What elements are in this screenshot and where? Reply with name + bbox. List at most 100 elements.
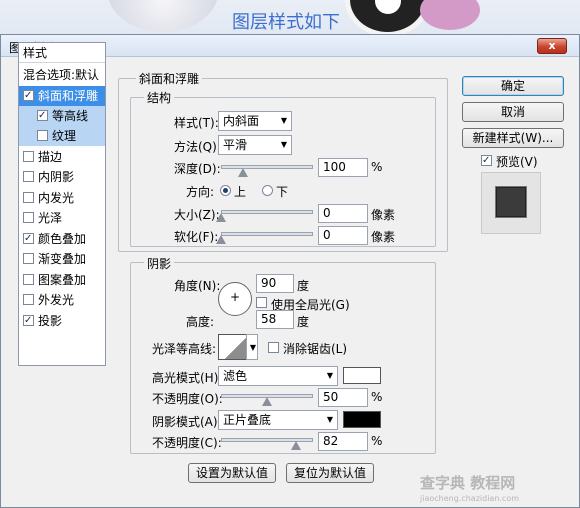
style-item-label: 外发光 [38, 293, 75, 307]
checkbox-checked[interactable] [37, 110, 48, 121]
style-item-drop-shadow[interactable]: 投影 [19, 311, 105, 331]
blend-options-item[interactable]: 混合选项:默认 [19, 65, 105, 85]
altitude-input[interactable]: 58 [256, 310, 294, 329]
highlight-opacity-slider-thumb[interactable] [262, 397, 272, 406]
antialias-checkbox[interactable] [268, 342, 279, 353]
direction-label: 方向: [186, 185, 215, 199]
shadow-mode-value: 正片叠底 [223, 413, 272, 427]
size-unit: 像素 [371, 208, 396, 222]
ok-button[interactable]: 确定 [462, 76, 564, 96]
style-item-color-overlay[interactable]: 颜色叠加 [19, 229, 105, 249]
style-item-label: 图案叠加 [38, 273, 87, 287]
checkbox[interactable] [23, 274, 34, 285]
soften-unit: 像素 [371, 230, 396, 244]
checkbox[interactable] [23, 294, 34, 305]
close-icon: x [548, 39, 556, 52]
style-item-label: 光泽 [38, 211, 63, 225]
chevron-down-icon: ▼ [326, 371, 333, 380]
angle-dial[interactable] [218, 282, 252, 316]
direction-up-label: 上 [234, 185, 247, 199]
new-style-button[interactable]: 新建样式(W)... [462, 128, 564, 148]
chevron-down-icon: ▼ [280, 116, 287, 125]
checkbox-checked[interactable] [23, 315, 34, 326]
shadow-opacity-label: 不透明度(C): [152, 436, 222, 450]
style-item-label: 内阴影 [38, 170, 75, 184]
highlight-mode-select[interactable]: 滤色 ▼ [218, 366, 338, 386]
size-slider-track[interactable] [221, 210, 313, 214]
depth-label: 深度(D): [174, 162, 221, 176]
soften-input[interactable]: 0 [318, 226, 368, 245]
style-item-contour[interactable]: 等高线 [19, 106, 105, 126]
technique-label: 方法(Q): [174, 140, 221, 154]
checkbox[interactable] [23, 151, 34, 162]
preview-checkbox[interactable] [481, 155, 492, 166]
highlight-opacity-unit: % [371, 390, 383, 404]
size-input[interactable]: 0 [318, 204, 368, 223]
bevel-style-select[interactable]: 内斜面 ▼ [218, 111, 292, 131]
style-item-gradient-overlay[interactable]: 渐变叠加 [19, 249, 105, 269]
shadow-mode-select[interactable]: 正片叠底 ▼ [218, 410, 338, 430]
style-item-inner-shadow[interactable]: 内阴影 [19, 167, 105, 187]
chevron-down-icon: ▼ [280, 140, 287, 149]
shadow-mode-label: 阴影模式(A): [152, 415, 222, 429]
checkbox-checked[interactable] [23, 90, 34, 101]
reset-default-button[interactable]: 复位为默认值 [286, 463, 374, 483]
depth-unit: % [371, 160, 383, 174]
shadow-opacity-input[interactable]: 82 [318, 432, 368, 451]
cancel-button[interactable]: 取消 [462, 102, 564, 122]
highlight-opacity-label: 不透明度(O): [152, 392, 223, 406]
style-item-pattern-overlay[interactable]: 图案叠加 [19, 270, 105, 290]
style-list-header[interactable]: 样式 [19, 43, 105, 63]
soften-slider-track[interactable] [221, 232, 313, 236]
shadow-opacity-slider-thumb[interactable] [291, 441, 302, 450]
checkbox[interactable] [37, 130, 48, 141]
gloss-contour-dropdown[interactable]: ▼ [246, 334, 258, 360]
style-item-outer-glow[interactable]: 外发光 [19, 290, 105, 310]
style-item-label: 纹理 [52, 129, 77, 143]
structure-group-label: 结构 [144, 89, 175, 106]
technique-select[interactable]: 平滑 ▼ [218, 135, 292, 155]
gloss-contour-label: 光泽等高线: [152, 342, 217, 356]
soften-slider-thumb[interactable] [216, 235, 226, 244]
style-item-label: 描边 [38, 150, 63, 164]
direction-down-radio[interactable] [262, 185, 273, 196]
checkbox[interactable] [23, 171, 34, 182]
shadow-color-swatch[interactable] [343, 411, 381, 428]
style-item-inner-glow[interactable]: 内发光 [19, 188, 105, 208]
highlight-mode-label: 高光模式(H): [152, 371, 223, 385]
cartoon-eye-left [108, 0, 218, 32]
checkbox[interactable] [23, 192, 34, 203]
watermark-url: jiaocheng.chazidian.com [420, 494, 520, 503]
style-item-label: 斜面和浮雕 [38, 89, 99, 103]
chevron-down-icon: ▼ [249, 343, 256, 352]
highlight-opacity-input[interactable]: 50 [318, 388, 368, 407]
antialias-label: 消除锯齿(L) [283, 342, 348, 356]
direction-down-label: 下 [276, 185, 289, 199]
checkbox[interactable] [23, 253, 34, 264]
depth-input[interactable]: 100 [318, 158, 368, 177]
global-light-checkbox[interactable] [256, 297, 267, 308]
depth-slider-track[interactable] [221, 165, 313, 169]
highlight-color-swatch[interactable] [343, 367, 381, 384]
style-list: 样式 混合选项:默认 斜面和浮雕 等高线 纹理 描边 内阴影 内发光 光泽 颜色… [18, 42, 106, 366]
size-slider-thumb[interactable] [216, 213, 226, 222]
style-item-label: 颜色叠加 [38, 232, 87, 246]
style-item-stroke[interactable]: 描边 [19, 147, 105, 167]
style-item-texture[interactable]: 纹理 [19, 126, 105, 146]
chevron-down-icon: ▼ [326, 415, 333, 424]
altitude-label: 高度: [186, 315, 215, 329]
make-default-button[interactable]: 设置为默认值 [188, 463, 276, 483]
preview-thumbnail [496, 187, 526, 217]
altitude-unit: 度 [297, 315, 310, 329]
depth-slider-thumb[interactable] [238, 168, 248, 177]
angle-input[interactable]: 90 [256, 274, 294, 293]
technique-value: 平滑 [223, 138, 248, 152]
checkbox[interactable] [23, 212, 34, 223]
close-button[interactable]: x [537, 38, 567, 54]
style-item-satin[interactable]: 光泽 [19, 208, 105, 228]
style-item-bevel-emboss[interactable]: 斜面和浮雕 [19, 86, 105, 106]
bevel-style-value: 内斜面 [223, 114, 260, 128]
direction-up-radio[interactable] [220, 185, 231, 196]
checkbox-checked[interactable] [23, 233, 34, 244]
soften-label: 软化(F): [174, 230, 219, 244]
